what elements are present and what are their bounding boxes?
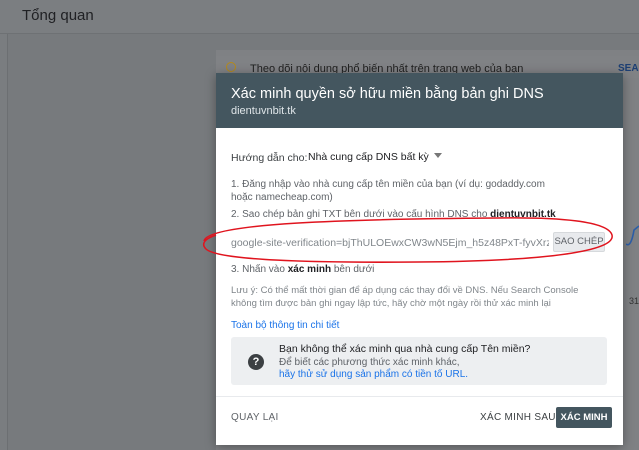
dns-note: Lưu ý: Có thể mất thời gian để áp dụng c… bbox=[231, 285, 579, 309]
provider-select-value: Nhà cung cấp DNS bất kỳ bbox=[308, 151, 429, 163]
help-title: Bạn không thể xác minh qua nhà cung cấp … bbox=[279, 343, 531, 355]
dns-verification-dialog: Xác minh quyền sở hữu miền bằng bản ghi … bbox=[216, 73, 623, 445]
dropdown-caret-icon bbox=[433, 153, 442, 158]
dialog-domain: dientuvnbit.tk bbox=[231, 105, 296, 117]
step-3-suffix: bên dưới bbox=[333, 264, 375, 275]
step-2-text: 2. Sao chép bản ghi TXT bên dưới vào cấu… bbox=[231, 209, 488, 220]
step-1: 1. Đăng nhập vào nhà cung cấp tên miền c… bbox=[231, 179, 545, 203]
performance-chart-fragment bbox=[626, 225, 639, 246]
step-2-domain: dientuvnbit.tk bbox=[490, 209, 556, 220]
step-2: 2. Sao chép bản ghi TXT bên dưới vào cấu… bbox=[231, 208, 561, 221]
lightbulb-icon bbox=[226, 62, 236, 72]
step-3-bold: xác minh bbox=[287, 264, 332, 275]
dialog-header: Xác minh quyền sở hữu miền bằng bản ghi … bbox=[216, 73, 623, 128]
full-details-link[interactable]: Toàn bộ thông tin chi tiết bbox=[231, 320, 339, 331]
step-3-prefix: 3. Nhấn vào bbox=[231, 264, 285, 275]
verify-button[interactable]: XÁC MINH bbox=[556, 407, 612, 428]
dialog-title: Xác minh quyền sở hữu miền bằng bản ghi … bbox=[231, 86, 544, 102]
provider-select[interactable]: Nhà cung cấp DNS bất kỳ bbox=[308, 151, 442, 163]
copy-button[interactable]: SAO CHÉP bbox=[553, 232, 605, 252]
txt-record-value[interactable]: google-site-verification=bjThULOEwxCW3wN… bbox=[231, 233, 549, 253]
step-3: 3. Nhấn vào xác minh bên dưới bbox=[231, 263, 561, 276]
verify-later-button[interactable]: XÁC MINH SAU bbox=[480, 412, 556, 423]
txt-record-field[interactable]: google-site-verification=bjThULOEwxCW3wN… bbox=[231, 233, 549, 253]
top-bar: Tổng quan bbox=[0, 0, 639, 34]
help-text: Để biết các phương thức xác minh khác, bbox=[279, 357, 460, 368]
chart-axis-label: 31 bbox=[629, 296, 639, 306]
back-button[interactable]: QUAY LẠI bbox=[231, 412, 279, 423]
left-navigation bbox=[0, 34, 8, 450]
help-icon: ? bbox=[248, 354, 264, 370]
url-prefix-link[interactable]: hãy thử sử dụng sản phẩm có tiền tố URL. bbox=[279, 369, 468, 380]
footer-divider bbox=[216, 396, 623, 397]
page-title: Tổng quan bbox=[22, 7, 94, 24]
guide-label: Hướng dẫn cho: bbox=[231, 152, 308, 164]
